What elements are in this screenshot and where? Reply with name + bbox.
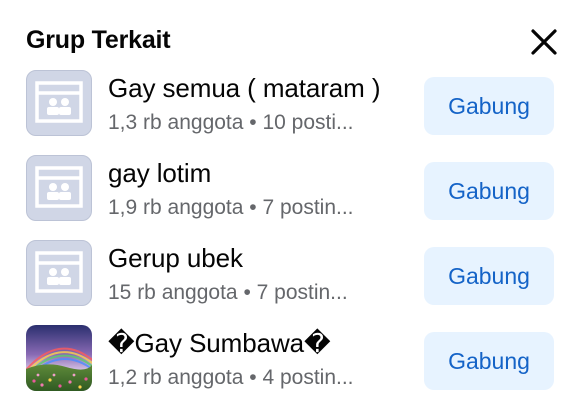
group-row[interactable]: gay lotim 1,9 rb anggota • 7 postin... G… (26, 155, 562, 240)
join-button[interactable]: Gabung (424, 162, 554, 220)
group-name[interactable]: Gerup ubek (108, 243, 243, 274)
group-name[interactable]: �Gay Sumbawa� (108, 328, 331, 359)
group-row[interactable]: �Gay Sumbawa� 1,2 rb anggota • 4 postin.… (26, 325, 562, 410)
group-placeholder-icon (26, 70, 92, 136)
group-name[interactable]: Gay semua ( mataram ) (108, 73, 381, 104)
group-meta: 15 rb anggota • 7 postin... (108, 281, 348, 304)
close-icon (531, 29, 557, 55)
rainbow-landscape-photo (26, 325, 92, 391)
related-groups-header: Grup Terkait (26, 22, 562, 62)
group-meta: 1,3 rb anggota • 10 posti... (108, 111, 354, 134)
page-title: Grup Terkait (26, 26, 171, 54)
join-button[interactable]: Gabung (424, 332, 554, 390)
join-button[interactable]: Gabung (424, 247, 554, 305)
group-row[interactable]: Gerup ubek 15 rb anggota • 7 postin... G… (26, 240, 562, 325)
close-button[interactable] (526, 24, 562, 60)
group-name[interactable]: gay lotim (108, 158, 211, 189)
group-meta: 1,2 rb anggota • 4 postin... (108, 366, 354, 389)
group-meta: 1,9 rb anggota • 7 postin... (108, 196, 354, 219)
group-list: Gay semua ( mataram ) 1,3 rb anggota • 1… (26, 70, 562, 410)
join-button[interactable]: Gabung (424, 77, 554, 135)
group-placeholder-icon (26, 155, 92, 221)
group-placeholder-icon (26, 240, 92, 306)
group-row[interactable]: Gay semua ( mataram ) 1,3 rb anggota • 1… (26, 70, 562, 155)
